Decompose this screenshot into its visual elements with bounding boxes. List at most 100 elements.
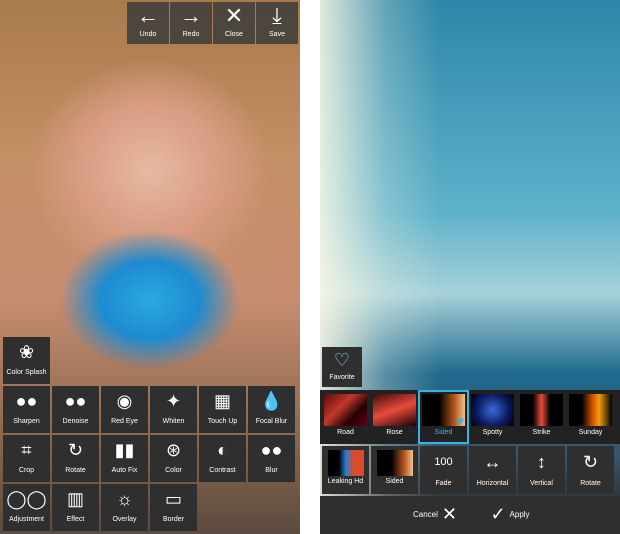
tool-contrast[interactable]: ◐ Contrast <box>199 435 246 482</box>
tool-label: Denoise <box>62 418 89 425</box>
sharpen-icon: ●● <box>15 391 38 411</box>
tool-label: Adjustment <box>8 516 45 523</box>
tool-whiten[interactable]: ✦ Whiten <box>150 386 197 433</box>
tool-red-eye[interactable]: ◉ Red Eye <box>101 386 148 433</box>
horizontal-flip-button[interactable]: ↔ Horizontal <box>469 446 516 494</box>
tool-label: Auto Fix <box>111 467 138 474</box>
leaking-hd-button[interactable]: Leaking Hd <box>322 446 369 494</box>
effect-label: Sunday <box>578 429 603 436</box>
effect-spotty[interactable]: Spotty <box>469 392 516 442</box>
favorite-button[interactable]: ♡ Favorite <box>322 347 362 387</box>
save-icon: ⤓ <box>272 3 282 28</box>
apply-icon: ✓ <box>490 503 506 524</box>
tool-label: Sharpen <box>13 418 40 425</box>
tool-adjustment[interactable]: ◯◯ Adjustment <box>3 484 50 531</box>
horizontal-label: Horizontal <box>476 480 509 487</box>
contrast-icon: ◐ <box>217 440 228 460</box>
close-label: Close <box>225 31 243 38</box>
tool-label: Blur <box>265 467 278 474</box>
redo-label: Redo <box>182 31 200 38</box>
tool-border[interactable]: ▭ Border <box>150 484 197 531</box>
adjustment-icon: ◯◯ <box>6 489 47 509</box>
rotate-button[interactable]: ↻ Rotate <box>567 446 614 494</box>
vertical-label: Vertical <box>530 480 553 487</box>
tool-rotate[interactable]: ↻ Rotate <box>52 435 99 482</box>
tool-label: Touch Up <box>207 418 238 425</box>
effect-thumbnail <box>569 394 612 426</box>
effect-sided[interactable]: ♥ Sided <box>418 390 469 444</box>
effect-thumbnail <box>520 394 563 426</box>
cancel-button[interactable]: Cancel ✕ <box>405 498 465 530</box>
tool-denoise[interactable]: ●● Denoise <box>52 386 99 433</box>
tool-touch-up[interactable]: ▦ Touch Up <box>199 386 246 433</box>
tool-color[interactable]: ⊛ Color <box>150 435 197 482</box>
eye-icon: ◉ <box>116 391 133 411</box>
rotate-icon: ↻ <box>582 452 599 472</box>
tool-focal-blur[interactable]: 💧 Focal Blur <box>248 386 295 433</box>
effect-sunday[interactable]: Sunday <box>567 392 614 442</box>
undo-icon: ← <box>137 3 159 28</box>
tool-label: Border <box>162 516 184 523</box>
rotate-icon: ↻ <box>67 440 84 460</box>
tool-crop[interactable]: ⌗ Crop <box>3 435 50 482</box>
right-screenshot: ♡ Favorite Road Rose ♥ Sided Spotty Stri… <box>320 0 620 534</box>
sparkle-icon: ✦ <box>165 391 182 411</box>
undo-label: Undo <box>139 31 157 38</box>
undo-button[interactable]: ← Undo <box>127 2 169 44</box>
effect-icon: ▥ <box>66 489 84 509</box>
tool-label: Red Eye <box>111 418 138 425</box>
border-icon: ▭ <box>164 489 182 509</box>
effect-label: Rose <box>386 429 403 436</box>
tool-label: Whiten <box>162 418 185 425</box>
vertical-flip-button[interactable]: ↕ Vertical <box>518 446 565 494</box>
cancel-label: Cancel <box>413 509 438 519</box>
save-button[interactable]: ⤓ Save <box>256 2 298 44</box>
bulb-icon: ☼ <box>116 489 133 509</box>
effect-label: Spotty <box>482 429 503 436</box>
effect-strike[interactable]: Strike <box>518 392 565 442</box>
tool-label: Rotate <box>65 467 86 474</box>
tool-overlay[interactable]: ☼ Overlay <box>101 484 148 531</box>
effect-road[interactable]: Road <box>322 392 369 442</box>
cancel-icon: ✕ <box>441 503 457 524</box>
close-icon: ✕ <box>224 3 244 28</box>
tool-label: Effect <box>66 516 85 523</box>
tool-label: Contrast <box>209 467 236 474</box>
left-screenshot: ← Undo → Redo ✕ Close ⤓ Save ❀ Color Spl… <box>0 0 300 534</box>
action-bar <box>320 496 620 534</box>
color-icon: ⊛ <box>165 440 182 460</box>
rotate-label: Rotate <box>580 480 601 487</box>
sided-button[interactable]: Sided <box>371 446 418 494</box>
tool-effect[interactable]: ▥ Effect <box>52 484 99 531</box>
tool-label: Focal Blur <box>255 418 288 425</box>
save-label: Save <box>269 31 285 38</box>
effect-thumbnail <box>471 394 514 426</box>
favorite-heart-icon: ♥ <box>456 414 464 428</box>
effect-label: Sided <box>434 429 453 436</box>
tool-label: Color Splash <box>6 369 47 376</box>
heart-icon: ♡ <box>333 350 351 370</box>
horizontal-arrows-icon: ↔ <box>483 452 502 472</box>
fade-label: Fade <box>435 480 452 487</box>
touch-up-icon: ▦ <box>213 391 231 411</box>
fade-button[interactable]: 100 Fade <box>420 446 467 494</box>
apply-button[interactable]: ✓ Apply <box>480 498 540 530</box>
tool-blur[interactable]: ●● Blur <box>248 435 295 482</box>
tool-sharpen[interactable]: ●● Sharpen <box>3 386 50 433</box>
effect-label: Strike <box>532 429 551 436</box>
tool-color-splash[interactable]: ❀ Color Splash <box>3 337 50 384</box>
effect-label: Road <box>337 429 354 436</box>
apply-label: Apply <box>509 509 530 519</box>
flower-icon: ❀ <box>18 342 35 362</box>
tool-label: Color <box>165 467 182 474</box>
effect-rose[interactable]: Rose <box>371 392 418 442</box>
auto-fix-icon: ▮▮ <box>114 440 135 460</box>
close-button[interactable]: ✕ Close <box>213 2 255 44</box>
photo-canvas <box>320 0 620 390</box>
sided-thumbnail <box>376 450 413 476</box>
tool-auto-fix[interactable]: ▮▮ Auto Fix <box>101 435 148 482</box>
vertical-arrows-icon: ↕ <box>537 452 546 472</box>
effect-thumbnail <box>373 394 416 426</box>
blur-icon: ●● <box>260 440 283 460</box>
redo-button[interactable]: → Redo <box>170 2 212 44</box>
